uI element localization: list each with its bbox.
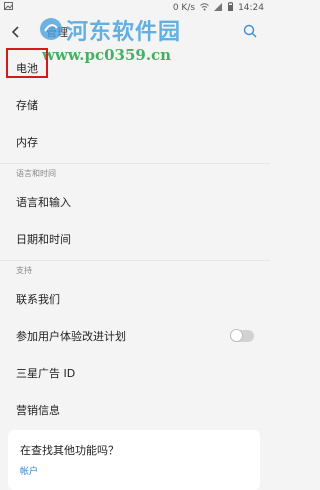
signal-icon	[214, 2, 223, 14]
menu-item-contact-us[interactable]: 联系我们	[0, 281, 270, 318]
app-header: 管理	[0, 16, 270, 50]
network-speed: 0 K/s	[172, 3, 196, 13]
menu-item-label: 三星广告 ID	[16, 367, 76, 380]
account-link[interactable]: 帐户	[20, 464, 38, 477]
back-arrow-icon[interactable]	[8, 24, 24, 40]
status-bar: 0 K/s 14:24	[0, 0, 270, 16]
menu-item-date-time[interactable]: 日期和时间	[0, 221, 270, 258]
suggestion-card: 在查找其他功能吗？ 帐户	[8, 430, 260, 490]
menu-item-label: 营销信息	[16, 404, 60, 417]
menu-item-label: 联系我们	[16, 293, 60, 306]
menu-item-label: 日期和时间	[16, 233, 71, 246]
suggestion-question: 在查找其他功能吗？	[20, 444, 119, 457]
menu-item-marketing[interactable]: 营销信息	[0, 392, 270, 429]
menu-item-memory[interactable]: 内存	[0, 124, 270, 161]
menu-item-label: 内存	[16, 136, 38, 149]
clock: 14:24	[238, 3, 264, 13]
menu-item-ad-id[interactable]: 三星广告 ID	[0, 355, 270, 392]
section-header-support: 支持	[0, 260, 270, 281]
battery-icon	[228, 2, 234, 14]
page-title: 管理	[46, 26, 68, 39]
search-icon[interactable]	[242, 23, 258, 39]
menu-item-language-input[interactable]: 语言和输入	[0, 184, 270, 221]
menu-item-label: 语言和输入	[16, 196, 71, 209]
section-header-language: 语言和时间	[0, 163, 270, 184]
menu-item-label: 存储	[16, 99, 38, 112]
menu-item-storage[interactable]: 存储	[0, 87, 270, 124]
toggle-knob	[230, 329, 243, 342]
menu-item-ux-program[interactable]: 参加用户体验改进计划	[0, 318, 270, 355]
wifi-icon	[200, 2, 209, 14]
image-icon	[4, 2, 13, 13]
highlight-annotation	[6, 48, 48, 78]
ux-program-toggle[interactable]	[230, 329, 254, 342]
status-right: 0 K/s 14:24	[173, 2, 264, 14]
menu-item-label: 参加用户体验改进计划	[16, 330, 126, 343]
settings-menu: 电池 存储 内存 语言和时间 语言和输入 日期和时间 支持 联系我们 参加用户体…	[0, 50, 270, 466]
